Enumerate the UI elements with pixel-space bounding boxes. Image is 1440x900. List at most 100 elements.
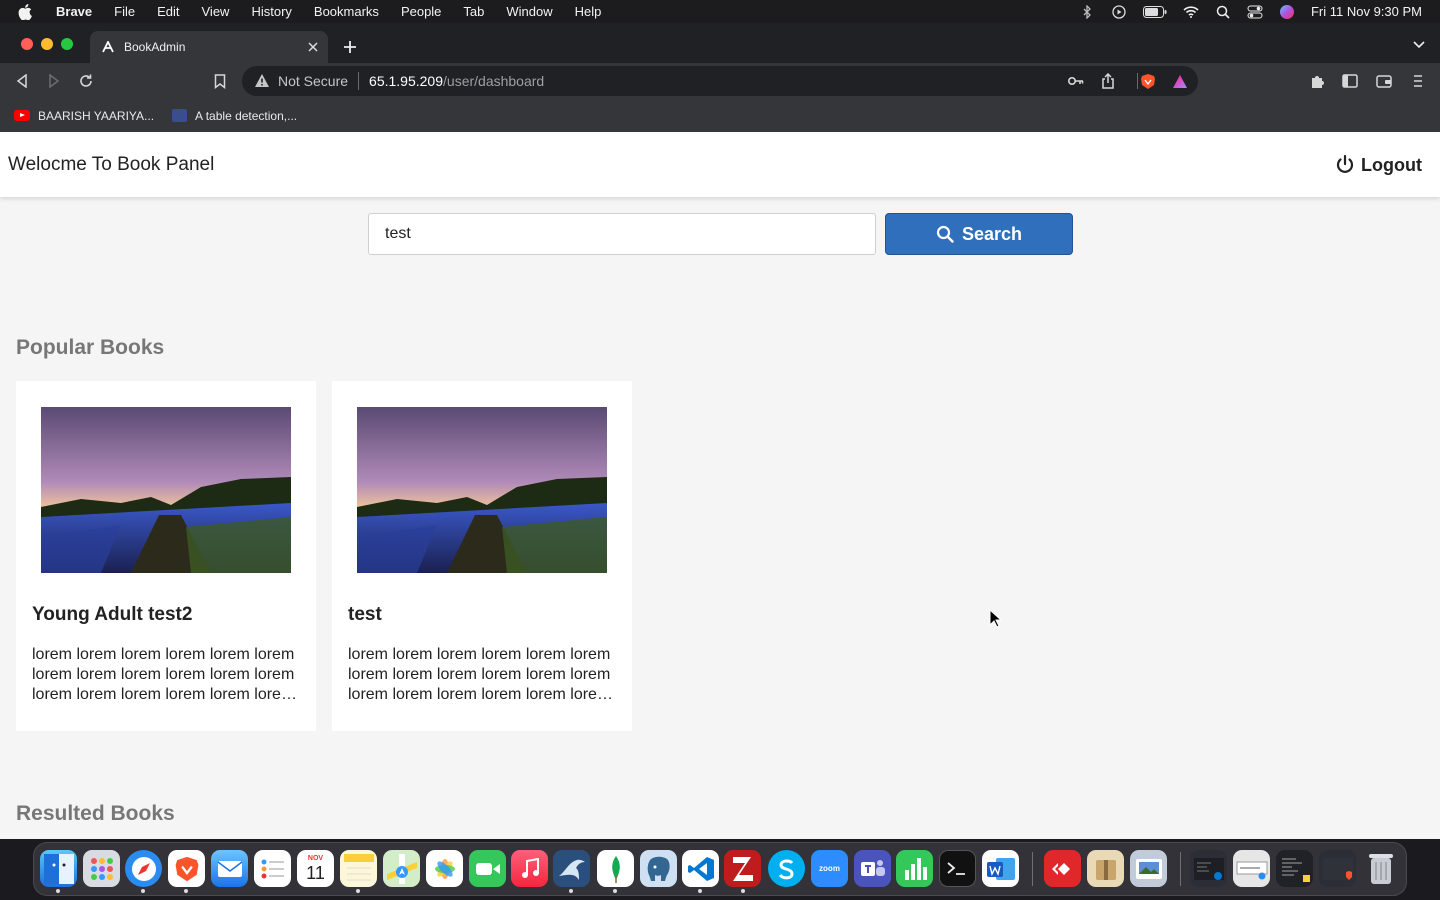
zoom-label: zoom xyxy=(819,864,840,873)
menubar-clock[interactable]: Fri 11 Nov 9:30 PM xyxy=(1311,4,1422,19)
resulted-books-heading: Resulted Books xyxy=(16,802,175,825)
battery-icon[interactable] xyxy=(1142,4,1167,20)
window-zoom-button[interactable] xyxy=(61,38,73,50)
bookmark-page-icon[interactable] xyxy=(210,71,230,91)
wallet-icon[interactable] xyxy=(1376,73,1392,89)
bookmark-baarish[interactable]: BAARISH YAARIYA... xyxy=(14,109,154,123)
music-icon[interactable] xyxy=(511,850,548,887)
menu-view[interactable]: View xyxy=(202,4,230,19)
book-title: test xyxy=(348,604,382,625)
tab-title: BookAdmin xyxy=(124,40,186,54)
power-icon xyxy=(1335,154,1355,176)
microsoft-word-icon[interactable] xyxy=(982,850,1019,887)
menu-help[interactable]: Help xyxy=(575,4,602,19)
tab-search-chevron-icon[interactable] xyxy=(1412,37,1428,53)
spotlight-search-icon[interactable] xyxy=(1215,4,1231,20)
safari-icon[interactable] xyxy=(125,850,162,887)
mail-icon[interactable] xyxy=(211,850,248,887)
teams-icon[interactable] xyxy=(854,850,891,887)
menu-tab[interactable]: Tab xyxy=(463,4,484,19)
mysql-workbench-icon[interactable] xyxy=(553,850,590,887)
running-indicator xyxy=(356,889,360,893)
menu-bookmarks[interactable]: Bookmarks xyxy=(314,4,379,19)
control-center-icon[interactable] xyxy=(1247,4,1263,20)
calendar-icon[interactable]: NOV 11 xyxy=(297,850,334,887)
menu-people[interactable]: People xyxy=(401,4,441,19)
media-play-icon[interactable] xyxy=(1111,4,1127,20)
preview-icon[interactable] xyxy=(1130,850,1167,887)
facetime-icon[interactable] xyxy=(469,850,506,887)
window-minimize-button[interactable] xyxy=(41,38,53,50)
maps-icon[interactable] xyxy=(383,850,420,887)
tab-close-icon[interactable] xyxy=(304,38,322,56)
menu-window[interactable]: Window xyxy=(506,4,552,19)
menu-edit[interactable]: Edit xyxy=(157,4,179,19)
apple-menu-icon[interactable] xyxy=(18,3,34,20)
book-cover-image xyxy=(357,407,607,573)
skype-icon[interactable] xyxy=(768,850,805,887)
extensions-puzzle-icon[interactable] xyxy=(1310,73,1326,89)
wifi-icon[interactable] xyxy=(1183,4,1199,20)
photos-icon[interactable] xyxy=(426,850,463,887)
menu-history[interactable]: History xyxy=(251,4,291,19)
reload-button[interactable] xyxy=(76,71,96,91)
search-button-label: Search xyxy=(961,223,1023,244)
filezilla-icon[interactable] xyxy=(724,850,761,887)
running-indicator xyxy=(613,889,617,893)
logout-button[interactable]: Logout xyxy=(1335,154,1422,176)
siri-icon[interactable] xyxy=(1279,4,1295,20)
browser-menu-icon[interactable] xyxy=(1410,73,1426,89)
book-description: lorem lorem lorem lorem lorem lorem lore… xyxy=(32,646,295,703)
bookmark-table-detection[interactable]: A table detection,... xyxy=(172,109,297,123)
menu-file[interactable]: File xyxy=(114,4,135,19)
bluetooth-icon[interactable] xyxy=(1079,4,1095,20)
share-icon[interactable] xyxy=(1100,73,1116,89)
running-indicator xyxy=(741,889,745,893)
reminders-icon[interactable] xyxy=(254,850,291,887)
mongodb-compass-icon[interactable] xyxy=(597,850,634,887)
book-cover-image xyxy=(41,407,291,573)
brave-shields-icon[interactable] xyxy=(1140,73,1156,89)
new-tab-button[interactable] xyxy=(340,37,360,57)
finder-icon[interactable] xyxy=(40,850,77,887)
address-bar[interactable]: Not Secure 65.1.95.209/user/dashboard xyxy=(242,66,1198,96)
window-close-button[interactable] xyxy=(21,38,33,50)
trash-icon[interactable] xyxy=(1362,850,1399,887)
warning-triangle-icon xyxy=(254,73,270,89)
password-key-icon[interactable] xyxy=(1068,73,1084,89)
youtube-icon xyxy=(14,110,30,121)
menu-app-name[interactable]: Brave xyxy=(56,4,92,19)
sidebar-toggle-icon[interactable] xyxy=(1342,73,1358,89)
anydesk-icon[interactable] xyxy=(1044,850,1081,887)
site-favicon-icon xyxy=(172,109,188,122)
running-indicator xyxy=(56,889,60,893)
brave-browser-icon[interactable] xyxy=(168,850,205,887)
book-card[interactable]: Young Adult test2 lorem lorem lorem lore… xyxy=(16,381,316,731)
back-button[interactable] xyxy=(12,71,32,91)
search-button[interactable]: Search xyxy=(885,213,1073,255)
search-input[interactable]: test xyxy=(368,213,876,255)
calendar-month: NOV xyxy=(307,855,324,862)
tab-bookadmin[interactable]: BookAdmin xyxy=(90,31,328,63)
vscode-icon[interactable] xyxy=(682,850,719,887)
brave-rewards-icon[interactable] xyxy=(1172,73,1188,89)
archive-utility-icon[interactable] xyxy=(1087,850,1124,887)
running-indicator xyxy=(141,889,145,893)
zoom-icon[interactable]: zoom xyxy=(811,850,848,887)
book-card[interactable]: test lorem lorem lorem lorem lorem lorem… xyxy=(332,381,632,731)
running-indicator xyxy=(569,889,573,893)
not-secure-label[interactable]: Not Secure xyxy=(278,73,348,89)
forward-button[interactable] xyxy=(44,71,64,91)
terminal-icon[interactable] xyxy=(939,850,976,887)
notes-icon[interactable] xyxy=(340,850,377,887)
minimized-window-thumbnail[interactable] xyxy=(1190,850,1227,887)
postgres-elephant-icon[interactable] xyxy=(640,850,677,887)
minimized-window-thumbnail[interactable] xyxy=(1276,850,1313,887)
omnibox-divider xyxy=(1137,73,1138,89)
minimized-window-thumbnail[interactable] xyxy=(1233,850,1270,887)
minimized-window-thumbnail[interactable] xyxy=(1319,850,1356,887)
page-title: Welocme To Book Panel xyxy=(8,154,215,175)
dock-separator xyxy=(1180,852,1181,886)
numbers-icon[interactable] xyxy=(896,850,933,887)
launchpad-icon[interactable] xyxy=(83,850,120,887)
